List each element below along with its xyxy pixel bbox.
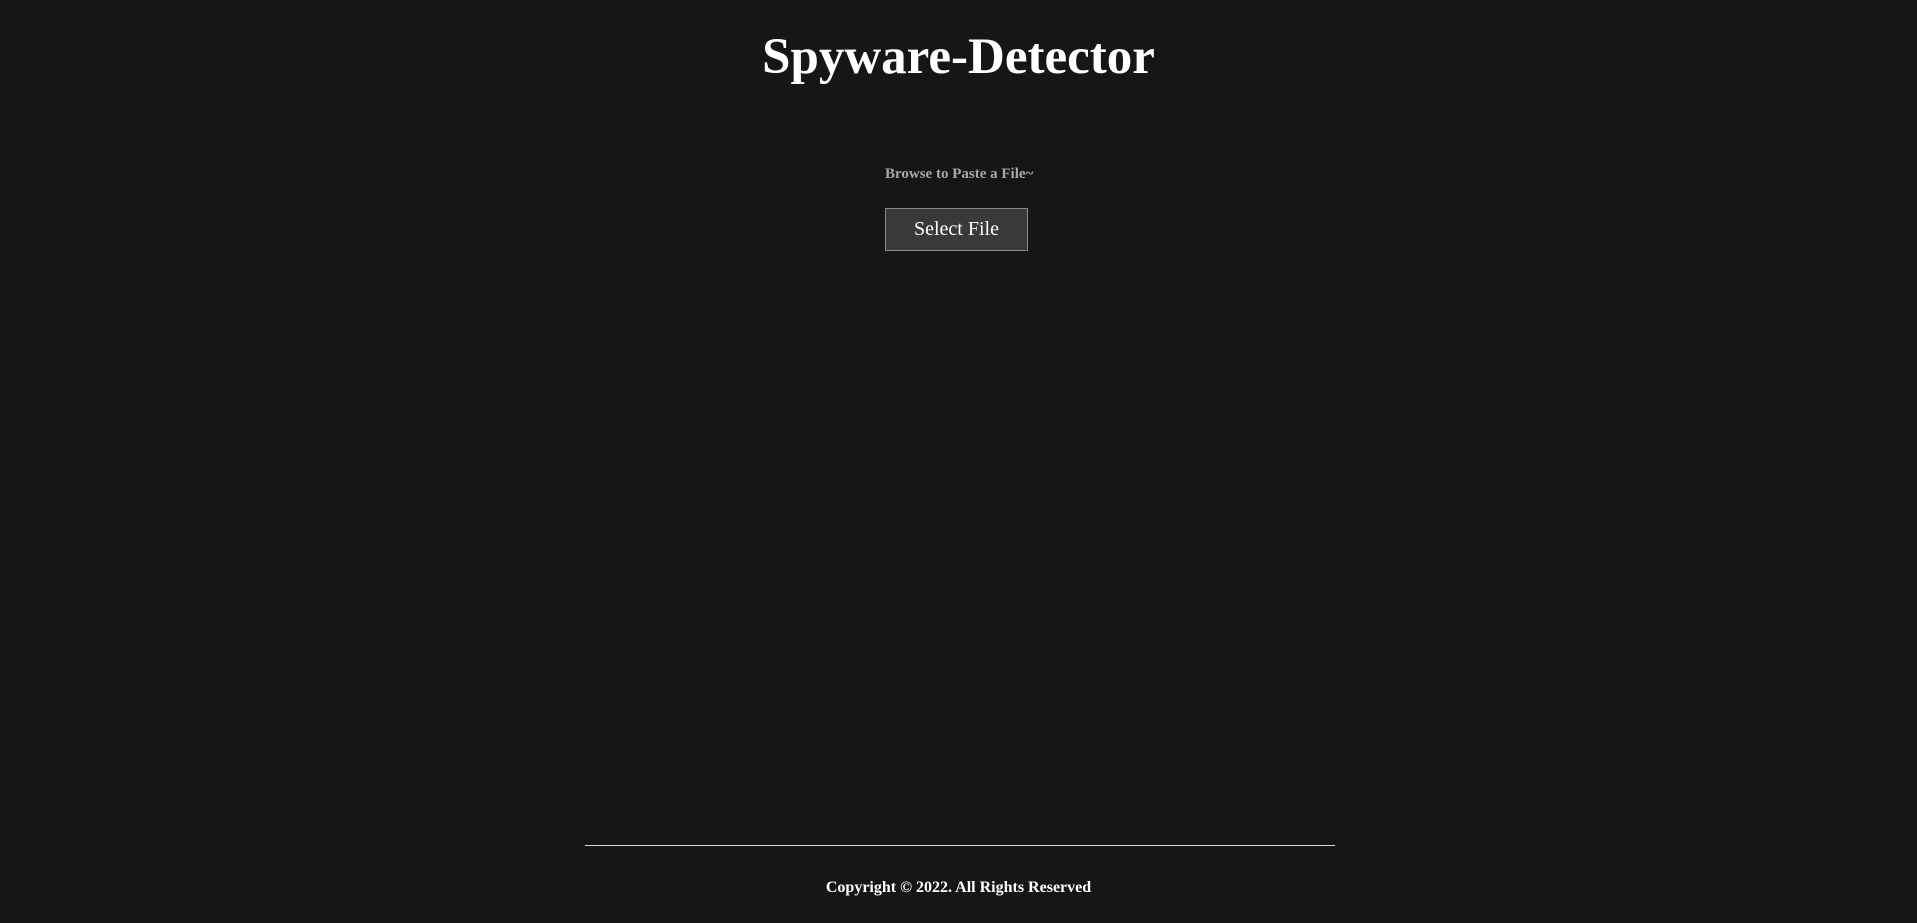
upload-section: Browse to Paste a File~ Select File xyxy=(885,164,1085,251)
footer-copyright: Copyright © 2022. All Rights Reserved xyxy=(825,879,1092,896)
footer-divider xyxy=(585,845,1335,846)
upload-label: Browse to Paste a File~ xyxy=(885,166,1034,182)
select-file-button[interactable]: Select File xyxy=(885,208,1028,251)
page-title: Spyware-Detector xyxy=(762,29,1155,85)
